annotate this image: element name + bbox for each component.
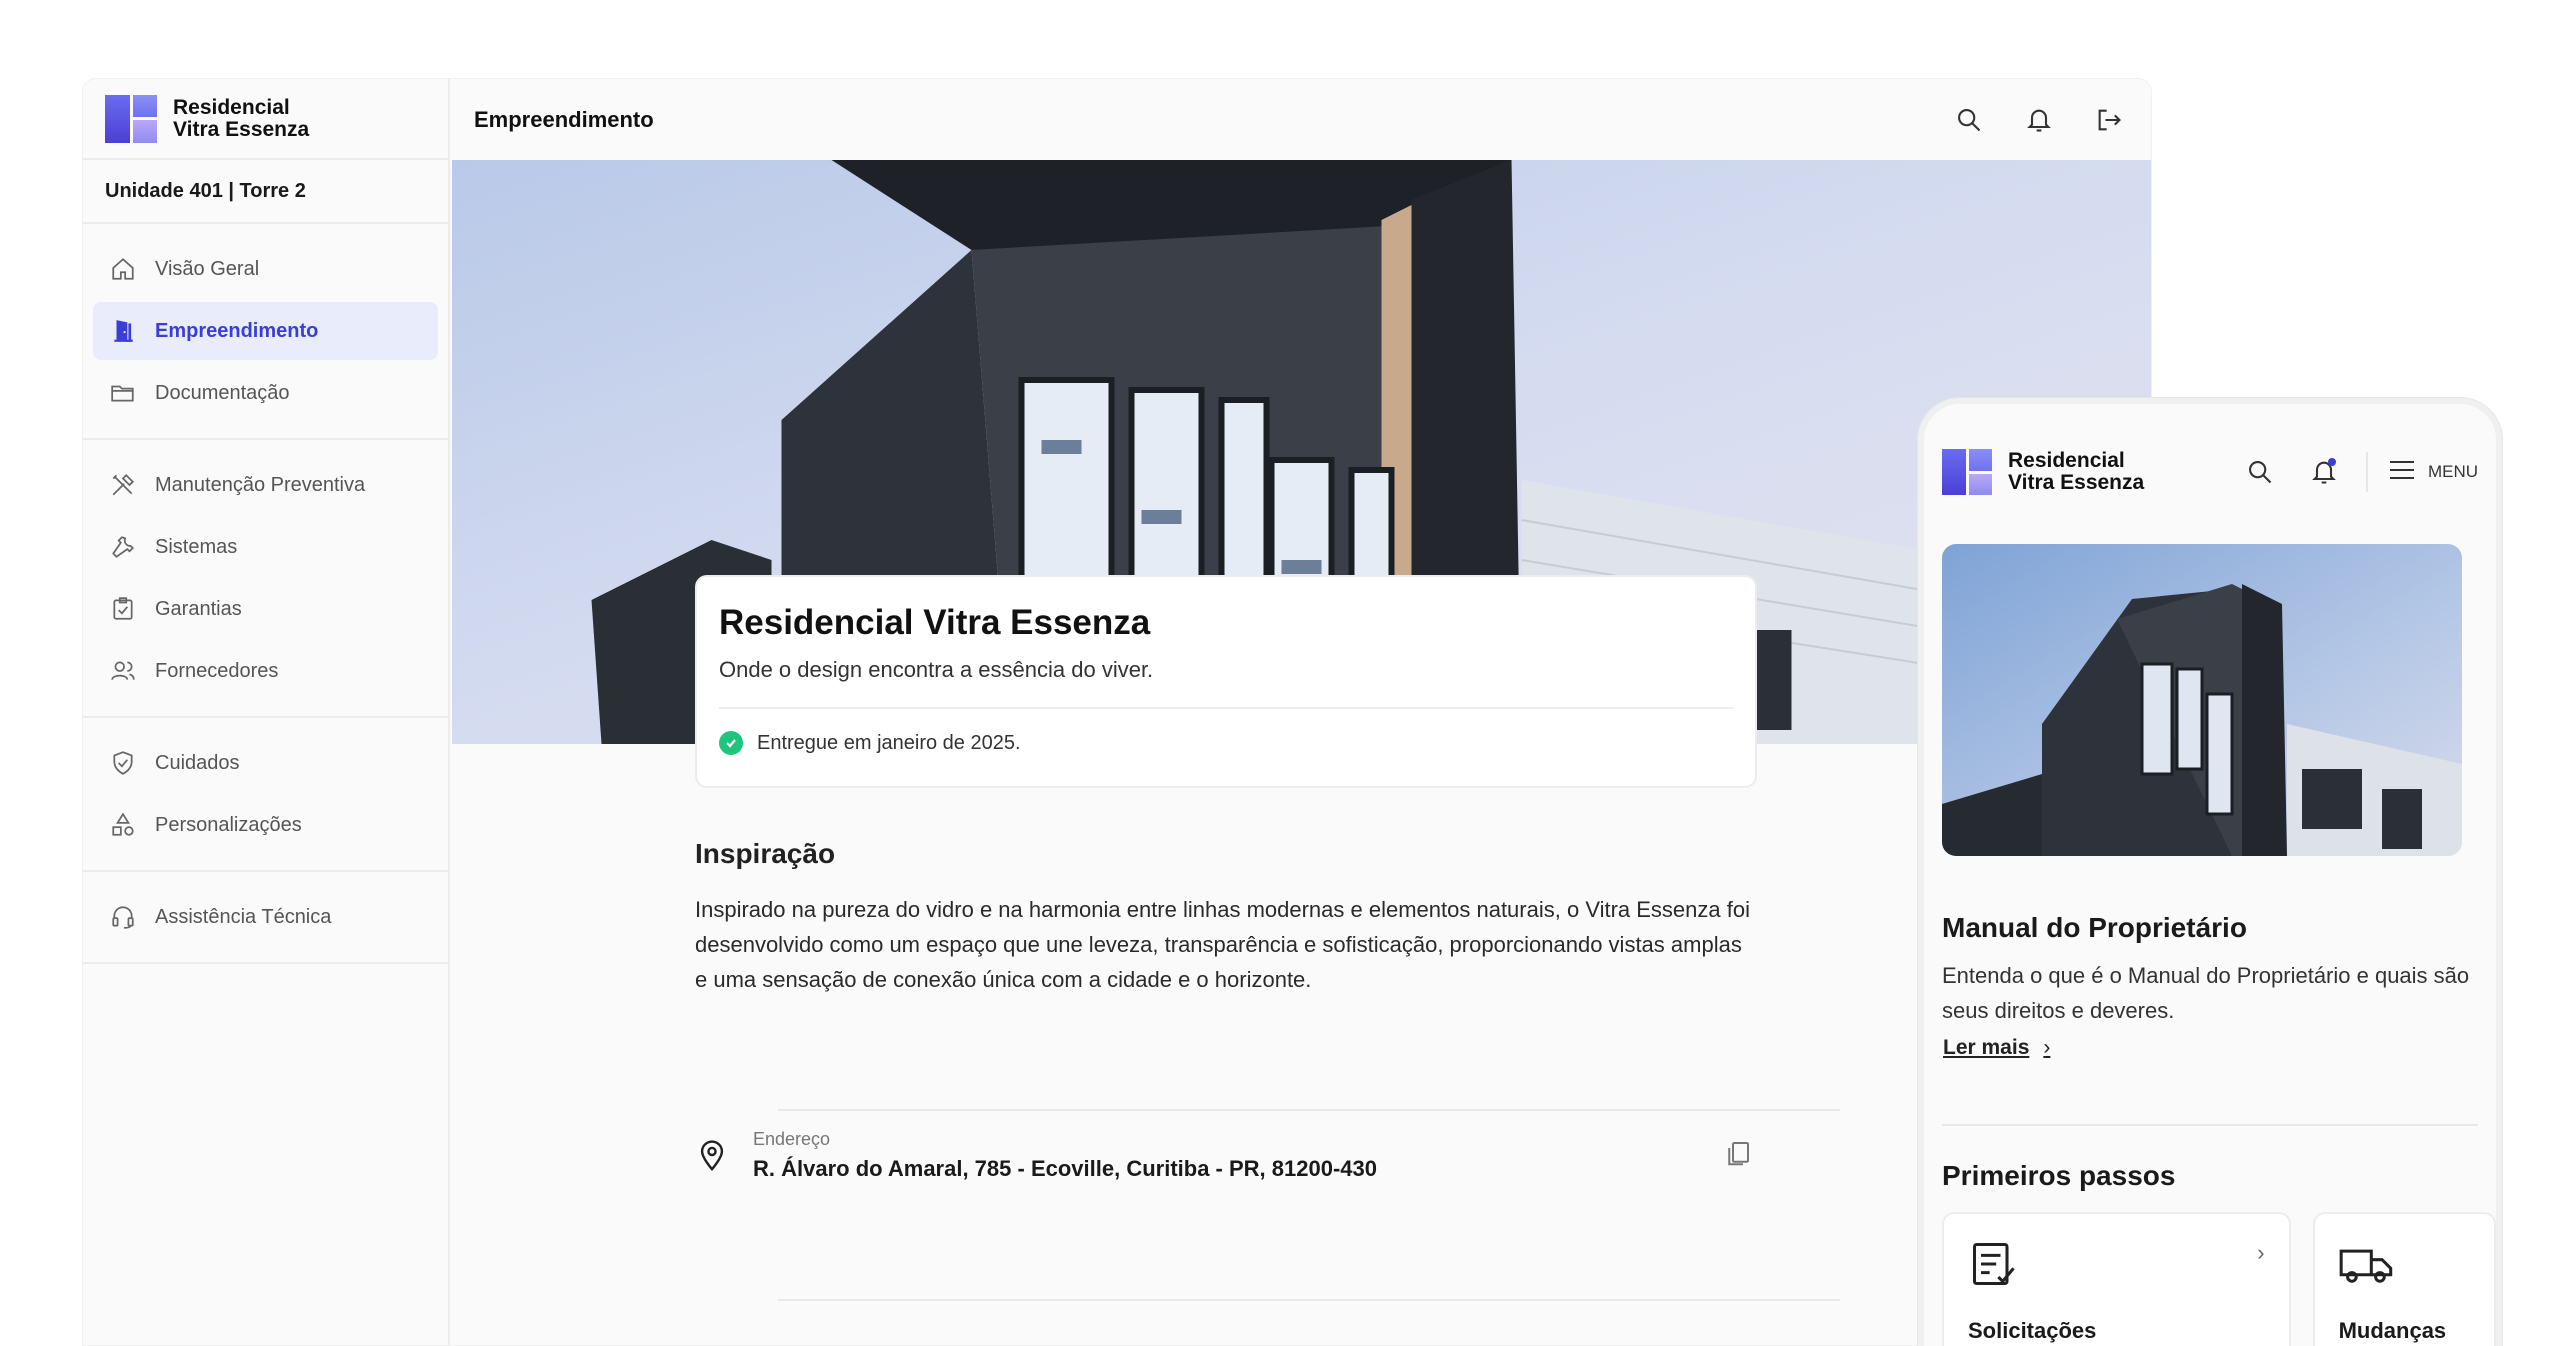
sidebar-item-documentacao[interactable]: Documentação — [93, 364, 438, 422]
address-label: Endereço — [753, 1128, 831, 1149]
sidebar-item-label: Manutenção Preventiva — [155, 473, 366, 496]
shield-check-icon — [109, 749, 137, 777]
sidebar-item-assistencia-tecnica[interactable]: Assistência Técnica — [93, 888, 438, 946]
first-steps-cards: › Solicitações Mudanças — [1942, 1212, 2496, 1346]
card-solicitacoes[interactable]: › Solicitações — [1942, 1212, 2291, 1346]
building-door-icon — [109, 317, 137, 345]
card-label: Solicitações — [1968, 1318, 2097, 1343]
mobile-divider — [1942, 1124, 2478, 1126]
address-value: R. Álvaro do Amaral, 785 - Ecoville, Cur… — [753, 1155, 1377, 1181]
mobile-header: Residencial Vitra Essenza MENU — [1924, 414, 2496, 530]
sidebar-item-personalizacoes[interactable]: Personalizações — [93, 796, 438, 854]
sidebar-item-label: Garantias — [155, 597, 242, 620]
sidebar-item-label: Empreendimento — [155, 319, 319, 342]
search-icon[interactable] — [1951, 102, 1987, 138]
sidebar-item-empreendimento[interactable]: Empreendimento — [93, 302, 438, 360]
read-more-label: Ler mais — [1943, 1036, 2030, 1059]
chevron-right-icon: › — [2043, 1036, 2051, 1059]
sidebar-item-garantias[interactable]: Garantias — [93, 580, 438, 638]
manual-text: Entenda o que é o Manual do Proprietário… — [1942, 963, 2470, 1023]
menu-label: MENU — [2427, 462, 2478, 481]
checklist-icon — [1968, 1242, 2020, 1294]
logout-icon[interactable] — [2091, 102, 2127, 138]
brand-name-line2: Vitra Essenza — [173, 117, 310, 141]
headset-icon — [109, 903, 137, 931]
sidebar-item-label: Sistemas — [155, 535, 238, 558]
menu-button[interactable]: MENU — [2388, 459, 2478, 486]
nav-group-1: Visão Geral Empreendimento Documentação — [83, 224, 448, 440]
address-row: Endereço R. Álvaro do Amaral, 785 - Ecov… — [695, 1110, 1757, 1200]
read-more-link[interactable]: Ler mais › — [1943, 1036, 2496, 1060]
sidebar: Residencial Vitra Essenza Unidade 401 | … — [83, 79, 450, 1345]
mobile-header-actions: MENU — [2214, 452, 2478, 492]
chevron-right-icon: › — [2257, 1240, 2265, 1265]
delivery-status-text: Entregue em janeiro de 2025. — [757, 731, 1021, 754]
mobile-brand-name: Residencial Vitra Essenza — [2008, 450, 2144, 494]
card-label: Mudanças — [2338, 1318, 2447, 1343]
header-separator — [2365, 452, 2368, 492]
project-info-card: Residencial Vitra Essenza Onde o design … — [695, 575, 1757, 788]
card-mudancas[interactable]: Mudanças — [2312, 1212, 2496, 1346]
topbar: Empreendimento — [452, 79, 2151, 160]
wrench-icon — [109, 533, 137, 561]
shapes-icon — [109, 811, 137, 839]
delivery-status: Entregue em janeiro de 2025. — [719, 731, 1733, 755]
section-divider — [778, 1299, 1840, 1301]
brand-name-line2: Vitra Essenza — [2008, 471, 2145, 494]
sidebar-item-cuidados[interactable]: Cuidados — [93, 734, 438, 792]
sidebar-item-label: Visão Geral — [155, 257, 260, 280]
unit-selector[interactable]: Unidade 401 | Torre 2 — [83, 160, 448, 224]
sidebar-item-label: Documentação — [155, 381, 290, 404]
nav-group-2: Manutenção Preventiva Sistemas Garantias… — [83, 440, 448, 718]
brand-logo-icon — [105, 94, 157, 143]
sidebar-item-label: Assistência Técnica — [155, 905, 332, 928]
copy-icon[interactable] — [1723, 1138, 1757, 1172]
manual-title: Manual do Proprietário — [1942, 912, 2247, 943]
inspiration-title: Inspiração — [695, 838, 836, 869]
folder-icon — [109, 379, 137, 407]
sidebar-item-label: Fornecedores — [155, 659, 279, 682]
notification-dot — [2327, 458, 2336, 466]
nav-group-4: Assistência Técnica — [83, 872, 448, 964]
project-subtitle: Onde o design encontra a essência do viv… — [719, 657, 1733, 709]
brand-name-line1: Residencial — [2008, 449, 2125, 472]
page-title: Empreendimento — [474, 106, 654, 132]
sidebar-item-fornecedores[interactable]: Fornecedores — [93, 642, 438, 700]
sidebar-item-sistemas[interactable]: Sistemas — [93, 518, 438, 576]
sidebar-item-manutencao-preventiva[interactable]: Manutenção Preventiva — [93, 456, 438, 514]
address-info: Endereço R. Álvaro do Amaral, 785 - Ecov… — [753, 1129, 1377, 1182]
sidebar-item-label: Cuidados — [155, 751, 240, 774]
map-pin-icon — [695, 1138, 729, 1172]
check-circle-icon — [719, 731, 743, 755]
project-title: Residencial Vitra Essenza — [719, 603, 1151, 642]
nav-group-3: Cuidados Personalizações — [83, 718, 448, 872]
search-icon[interactable] — [2242, 454, 2278, 490]
hamburger-icon — [2388, 459, 2416, 486]
clipboard-check-icon — [109, 595, 137, 623]
mobile-mockup: Residencial Vitra Essenza MENU Manual do… — [1918, 398, 2502, 1346]
topbar-actions — [1951, 102, 2127, 138]
inspiration-text: Inspirado na pureza do vidro e na harmon… — [695, 897, 1750, 992]
bell-notification-icon[interactable] — [2306, 454, 2342, 490]
sidebar-logo[interactable]: Residencial Vitra Essenza — [83, 79, 448, 160]
brand-name: Residencial Vitra Essenza — [173, 95, 310, 141]
users-icon — [109, 657, 137, 685]
sidebar-item-visao-geral[interactable]: Visão Geral — [93, 240, 438, 298]
truck-icon — [2339, 1249, 2395, 1294]
home-icon — [109, 255, 137, 283]
bell-icon[interactable] — [2021, 102, 2057, 138]
brand-name-line1: Residencial — [173, 95, 290, 119]
mobile-hero-image — [1942, 544, 2462, 856]
brand-logo-icon[interactable] — [1942, 449, 1992, 495]
first-steps-title: Primeiros passos — [1942, 1160, 2176, 1191]
tools-icon — [109, 471, 137, 499]
sidebar-item-label: Personalizações — [155, 813, 302, 836]
